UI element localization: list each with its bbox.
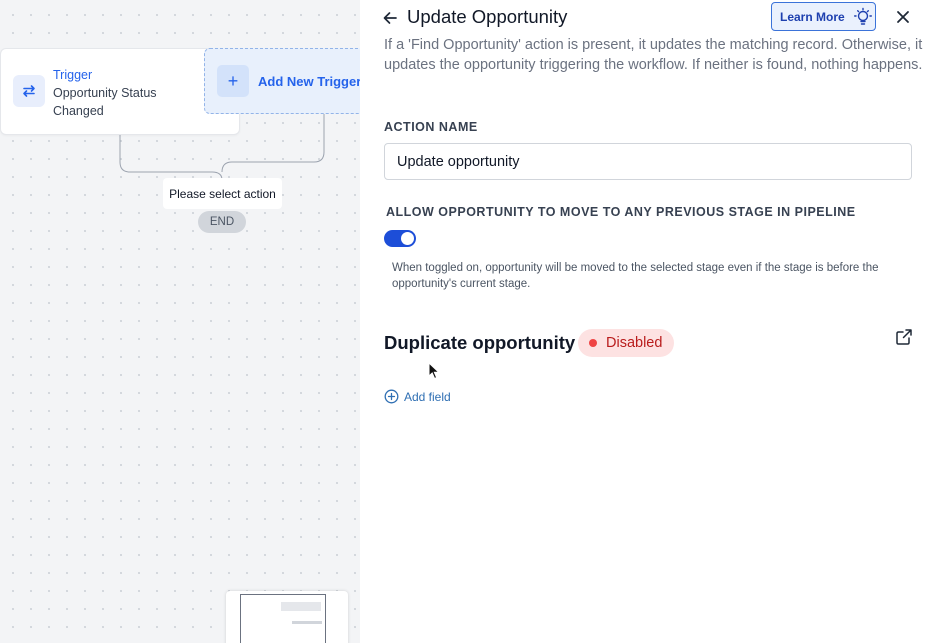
duplicate-opportunity-heading: Duplicate opportunity [384,332,576,353]
plus-icon: + [217,65,249,97]
minimap-node [292,621,322,624]
toggle-knob [401,232,414,245]
add-new-trigger-button[interactable]: + Add New Trigger [204,48,360,114]
minimap-node [281,602,321,611]
toggle-help-text: When toggled on, opportunity will be mov… [392,262,879,290]
add-trigger-label: Add New Trigger [258,73,360,89]
panel-title: Update Opportunity [407,6,568,27]
close-icon[interactable] [893,7,913,27]
action-name-label: ACTION NAME [384,120,478,134]
trigger-subtitle: Opportunity Status Changed [53,86,157,118]
end-node: END [198,211,246,233]
allow-previous-stage-label: ALLOW OPPORTUNITY TO MOVE TO ANY PREVIOU… [386,205,856,219]
learn-more-label: Learn More [780,9,845,24]
arrows-swap-icon [13,75,45,107]
action-description: If a 'Find Opportunity' action is presen… [384,37,923,73]
add-field-label: Add field [404,389,451,404]
status-dot-icon [589,339,597,347]
learn-more-button[interactable]: Learn More [771,2,876,31]
plus-circle-icon [384,389,399,404]
back-arrow-icon[interactable] [379,7,401,29]
lightbulb-icon [853,7,873,27]
allow-previous-stage-toggle[interactable] [384,230,416,247]
minimap[interactable] [226,591,348,643]
status-badge: Disabled [578,329,674,357]
status-badge-label: Disabled [606,335,663,351]
action-name-input[interactable] [384,143,912,180]
mouse-cursor-icon [428,361,440,385]
external-link-icon[interactable] [895,328,913,346]
trigger-title: Trigger [53,68,93,82]
action-settings-panel: Update Opportunity Learn More If a 'Find… [360,0,934,643]
select-action-node[interactable]: Please select action [163,178,282,209]
workflow-canvas[interactable]: Trigger Opportunity Status Changed + Add… [0,0,360,643]
add-field-button[interactable]: Add field [384,389,451,404]
